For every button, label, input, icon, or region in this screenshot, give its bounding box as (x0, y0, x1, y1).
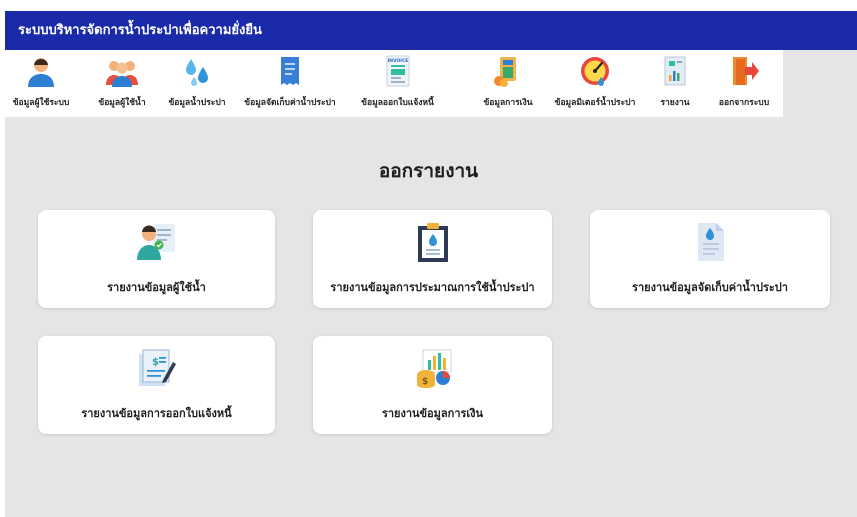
user-profile-card-icon (136, 224, 175, 260)
nav-label: ข้อมูลการเงิน (483, 98, 533, 108)
invoice-icon: INVOICE (386, 55, 409, 87)
nav-item-water-billing[interactable]: ข้อมูลจัดเก็บค่าน้ำประปา (237, 50, 343, 117)
card-label: รายงานข้อมูลจัดเก็บค่าน้ำประปา (632, 281, 788, 294)
finance-chart-icon: $ (416, 349, 451, 388)
main-navbar: ข้อมูลผู้ใช้ระบบ ข้อมูลผู้ใช้น้ำ ข้อมูลน… (5, 50, 783, 117)
nav-label: ออกจากระบบ (718, 98, 770, 108)
nav-label: ข้อมูลน้ำประปา (168, 98, 226, 108)
card-label: รายงานข้อมูลการเงิน (381, 407, 484, 420)
invoice-icon-text: INVOICE (387, 58, 408, 64)
nav-label: ข้อมูลจัดเก็บค่าน้ำประปา (244, 98, 336, 108)
nav-item-logout[interactable]: ออกจากระบบ (705, 50, 783, 117)
water-drops-icon (186, 59, 208, 86)
nav-label: ข้อมูลผู้ใช้ระบบ (12, 98, 70, 108)
page-heading: ออกรายงาน (378, 160, 479, 182)
report-card-finance[interactable]: $ รายงานข้อมูลการเงิน (313, 336, 552, 434)
meter-gauge-icon (581, 57, 609, 86)
card-label: รายงานข้อมูลผู้ใช้น้ำ (107, 281, 206, 294)
nav-label: รายงาน (660, 98, 690, 108)
report-card-water-estimation[interactable]: รายงานข้อมูลการประมาณการใช้น้ำประปา (313, 210, 552, 308)
nav-item-reports[interactable]: รายงาน (650, 50, 700, 117)
nav-item-system-users[interactable]: ข้อมูลผู้ใช้ระบบ (5, 50, 77, 117)
clipboard-water-icon (417, 223, 448, 262)
report-card-invoices[interactable]: $ รายงานข้อมูลการออกใบแจ้งหนี้ (38, 336, 275, 434)
water-document-icon (698, 223, 724, 261)
nav-item-finance[interactable]: ข้อมูลการเงิน (467, 50, 549, 117)
users-group-icon (106, 61, 138, 87)
card-label: รายงานข้อมูลการออกใบแจ้งหนี้ (81, 407, 232, 420)
receipt-icon (281, 57, 299, 85)
nav-item-invoices[interactable]: INVOICE ข้อมูลออกใบแจ้งหนี้ (355, 50, 440, 117)
nav-label: ข้อมูลออกใบแจ้งหนี้ (361, 98, 434, 108)
report-icon (664, 56, 686, 86)
logout-door-icon (733, 57, 759, 85)
nav-label: ข้อมูลผู้ใช้น้ำ (98, 98, 146, 108)
app-title: ระบบบริหารจัดการน้ำประปาเพื่อความยั่งยืน (5, 11, 857, 50)
calculator-icon (494, 57, 516, 87)
report-card-water-billing[interactable]: รายงานข้อมูลจัดเก็บค่าน้ำประปา (590, 210, 830, 308)
user-icon (28, 58, 54, 87)
nav-item-water-supply[interactable]: ข้อมูลน้ำประปา (161, 50, 233, 117)
card-label: รายงานข้อมูลการประมาณการใช้น้ำประปา (330, 281, 535, 294)
nav-item-water-meter[interactable]: ข้อมูลมิเตอร์น้ำประปา (545, 50, 645, 117)
nav-label: ข้อมูลมิเตอร์น้ำประปา (554, 98, 636, 108)
svg-text:$: $ (152, 357, 159, 368)
report-card-water-users[interactable]: รายงานข้อมูลผู้ใช้น้ำ (38, 210, 275, 308)
invoice-pen-icon: $ (138, 349, 176, 386)
svg-text:$: $ (422, 377, 428, 387)
nav-item-water-users[interactable]: ข้อมูลผู้ใช้น้ำ (87, 50, 157, 117)
